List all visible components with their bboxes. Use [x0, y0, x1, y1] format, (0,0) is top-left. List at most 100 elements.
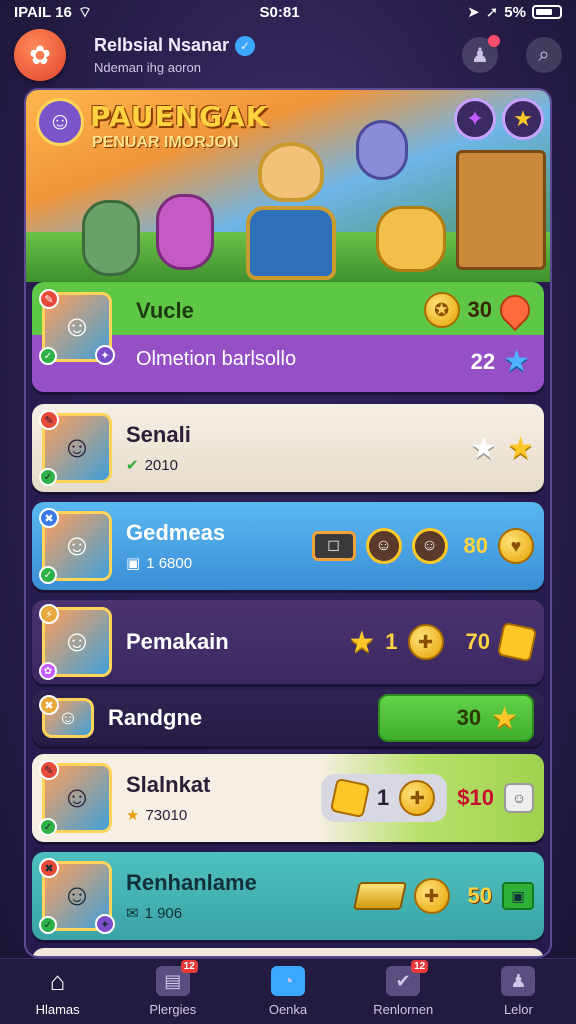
nav-label: Plergies [149, 1002, 197, 1017]
signal-icon: ➚ [485, 4, 499, 21]
list-item[interactable]: ☺ ✖ Randgne 30 ★ [32, 690, 544, 746]
row-thumbnail: ☺ ✎ ✓ [39, 760, 112, 836]
cards-icon: ▤ 12 [155, 960, 198, 996]
row-value: 30 [456, 705, 482, 730]
coin-icon: ♥ [498, 528, 534, 564]
gold-star-button[interactable]: ★ [502, 98, 544, 140]
promo-banner[interactable]: ☺ PAUENGAK PENUAR IMORJON ✦ ★ [26, 90, 550, 282]
row-value: 50 [467, 883, 492, 908]
nav-badge: 12 [411, 960, 429, 973]
list-item[interactable]: ☺ ✎ ✓ Senali ✔ 2010 ★ ★ [32, 404, 544, 492]
row-subtitle: Olmetion barlsollo [136, 348, 297, 370]
battery-icon [531, 5, 562, 19]
list-item[interactable]: ☺ ✖ ✓ Gedmeas ▣ 1 6800 ☐ ☺ ☺ 80 ♥ [32, 502, 544, 590]
header-subtitle: Ndeman ihg aoron [94, 60, 201, 75]
row-subtitle: 2010 [144, 456, 178, 474]
app-logo-icon[interactable]: ✿ [14, 29, 66, 81]
header-title: Relbsial Nsanar [94, 35, 230, 55]
notification-icon[interactable]: ♟ [462, 35, 500, 73]
row-title: Slalnkat [126, 772, 211, 797]
row-thumbnail: ☺ ✎ ✦ ✓ [39, 289, 115, 365]
carrier-label: IPAIL 16 [14, 3, 72, 21]
claim-button[interactable]: 30 ★ [378, 694, 534, 742]
badge-icon: ✓ [39, 566, 57, 584]
nav-label: Hlamas [35, 1002, 80, 1017]
list-item-featured[interactable]: ☺ ✎ ✦ ✓ Vucle Olmetion barlsollo ✪ 30 22… [32, 282, 544, 392]
nav-badge: 12 [180, 960, 198, 973]
badge-icon: ✦ [95, 914, 115, 934]
row-thumbnail: ☺ ✖ ✦ ✓ [39, 858, 115, 934]
nav-home[interactable]: ⌂ Hlamas [0, 959, 115, 1024]
badge-icon: ✖ [39, 858, 59, 878]
purple-gem-button[interactable]: ✦ [454, 98, 496, 140]
row-title: Gedmeas [126, 520, 226, 545]
badge-icon: ✖ [39, 695, 59, 715]
row-value: $10 [457, 785, 494, 810]
row-title: Vucle [136, 298, 194, 323]
badge-icon: ✓ [39, 916, 57, 934]
check-icon: ✔ [126, 457, 139, 474]
badge-icon: ✎ [39, 760, 59, 780]
star-outline-icon[interactable]: ★ [470, 431, 497, 466]
gift-icon: ✉ [126, 905, 139, 922]
list-item[interactable]: ☺ ⚡ ✿ Pemakain ★ 1 ✚ 70 [32, 600, 544, 684]
row-value: 70 [465, 629, 490, 654]
row-value: 1 [377, 785, 390, 810]
alarm-icon: ◔ [271, 966, 305, 996]
search-icon[interactable]: ⌕ [526, 37, 562, 73]
badge-icon: ✎ [39, 289, 59, 309]
verified-icon: ✓ [235, 35, 256, 56]
row-title: Renhanlame [126, 870, 257, 895]
list-item-partial [32, 948, 544, 956]
nav-lelor[interactable]: ♟ Lelor [461, 959, 576, 1024]
coin-icon: ✚ [413, 878, 450, 914]
badge-icon: ✓ [39, 818, 57, 836]
row-value: 80 [463, 533, 488, 558]
main-panel: ☺ PAUENGAK PENUAR IMORJON ✦ ★ ☺ ✎ ✦ ✓ Vu… [24, 88, 552, 958]
friend-avatar: ☺ [411, 528, 448, 564]
list-item[interactable]: ☺ ✖ ✦ ✓ Renhanlame ✉ 1 906 ✚ 50 ▣ [32, 852, 544, 940]
ghost-icon: ☺ [504, 783, 534, 813]
chest-icon: ▣ [502, 882, 534, 910]
row-title: Randgne [108, 705, 203, 730]
home-icon: ⌂ [49, 965, 66, 996]
nav-label: Renlornen [373, 1002, 434, 1017]
nav-label: Lelor [503, 1002, 533, 1017]
checklist-icon: ✔ 12 [386, 960, 429, 996]
list-item[interactable]: ☺ ✎ ✓ Slalnkat ★ 73010 1 ✚ $10 ☺ [32, 754, 544, 842]
star-icon[interactable]: ★ [507, 431, 534, 466]
player-avatar[interactable]: ☺ [36, 98, 84, 146]
coin-icon: ✚ [399, 780, 436, 816]
badge-icon: ✎ [39, 410, 59, 430]
key-icon [329, 777, 371, 819]
right-character [356, 120, 408, 180]
profile-icon: ♟ [501, 966, 536, 996]
nav-oenka[interactable]: ◔ Oenka [230, 959, 345, 1024]
row-thumbnail: ☺ ✖ ✓ [39, 508, 112, 584]
row-thumbnail: ☺ ✖ [39, 695, 94, 738]
pin-icon [493, 288, 537, 332]
badge-icon: ⚡ [39, 604, 59, 624]
nav-plergies[interactable]: ▤ 12 Plergies [115, 959, 230, 1024]
row-thumbnail: ☺ ✎ ✓ [39, 410, 112, 486]
reward-tray: 1 ✚ [321, 774, 448, 822]
gold-bar-icon [352, 882, 407, 910]
bottom-nav: ⌂ Hlamas ▤ 12 Plergies ◔ Oenka ✔ 12 Renlor… [0, 958, 576, 1024]
app-header: ✿ Relbsial Nsanar ✓ Ndeman ihg aoron ♟ ⌕ [0, 26, 576, 84]
notification-dot [488, 35, 500, 47]
banner-subtitle: PENUAR IMORJON [92, 134, 239, 151]
badge-icon: ✦ [95, 345, 115, 365]
row-subtitle: 1 6800 [146, 554, 193, 572]
badge-icon: ✖ [39, 508, 59, 528]
badge-icon: ✓ [39, 347, 57, 365]
chest-icon: ☐ [311, 531, 356, 561]
location-icon: ➤ [467, 4, 480, 21]
badge-icon: ✓ [39, 468, 57, 486]
shield-icon [496, 621, 538, 663]
row-value: 22 [470, 348, 496, 374]
friend-avatar: ☺ [365, 528, 402, 564]
nav-renlornen[interactable]: ✔ 12 Renlornen [346, 959, 461, 1024]
hero-character [236, 142, 346, 282]
row-subtitle: 1 906 [144, 904, 183, 922]
blue-star-icon: ★ [503, 345, 530, 378]
